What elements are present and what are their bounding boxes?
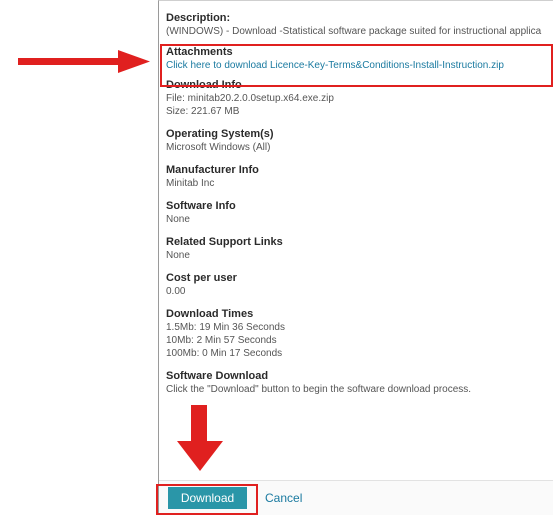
attachments-highlight-box — [160, 44, 553, 87]
manufacturer-value: Minitab Inc — [166, 178, 215, 189]
cost-label: Cost per user — [166, 272, 237, 284]
software-download-label: Software Download — [166, 370, 269, 382]
right-arrow-icon — [18, 50, 150, 73]
download-highlight-box — [156, 484, 258, 515]
description-label: Description: — [166, 12, 231, 24]
cost-value: 0.00 — [166, 286, 186, 297]
software-download-section: Software Download Click the "Download" b… — [166, 369, 553, 396]
description-value: (WINDOWS) - Download -Statistical softwa… — [166, 26, 542, 37]
software-info-value: None — [166, 214, 190, 225]
related-links-value: None — [166, 250, 190, 261]
down-arrow-icon — [177, 405, 223, 471]
description-section: Description: (WINDOWS) - Download -Stati… — [166, 11, 553, 38]
download-time-item: 10Mb: 2 Min 57 Seconds — [166, 335, 277, 346]
manufacturer-section: Manufacturer Info Minitab Inc — [166, 163, 553, 190]
download-time-item: 100Mb: 0 Min 17 Seconds — [166, 348, 283, 359]
software-download-value: Click the "Download" button to begin the… — [166, 384, 472, 395]
download-times-section: Download Times 1.5Mb: 19 Min 36 Seconds … — [166, 307, 553, 360]
download-size: Size: 221.67 MB — [166, 106, 240, 117]
download-times-label: Download Times — [166, 308, 254, 320]
software-info-section: Software Info None — [166, 199, 553, 226]
manufacturer-label: Manufacturer Info — [166, 164, 259, 176]
cancel-link[interactable]: Cancel — [265, 487, 302, 509]
related-links-label: Related Support Links — [166, 236, 283, 248]
os-value: Microsoft Windows (All) — [166, 142, 271, 153]
os-section: Operating System(s) Microsoft Windows (A… — [166, 127, 553, 154]
related-links-section: Related Support Links None — [166, 235, 553, 262]
download-time-item: 1.5Mb: 19 Min 36 Seconds — [166, 322, 285, 333]
software-info-label: Software Info — [166, 200, 236, 212]
cost-section: Cost per user 0.00 — [166, 271, 553, 298]
os-label: Operating System(s) — [166, 128, 274, 140]
download-file: File: minitab20.2.0.0setup.x64.exe.zip — [166, 93, 334, 104]
